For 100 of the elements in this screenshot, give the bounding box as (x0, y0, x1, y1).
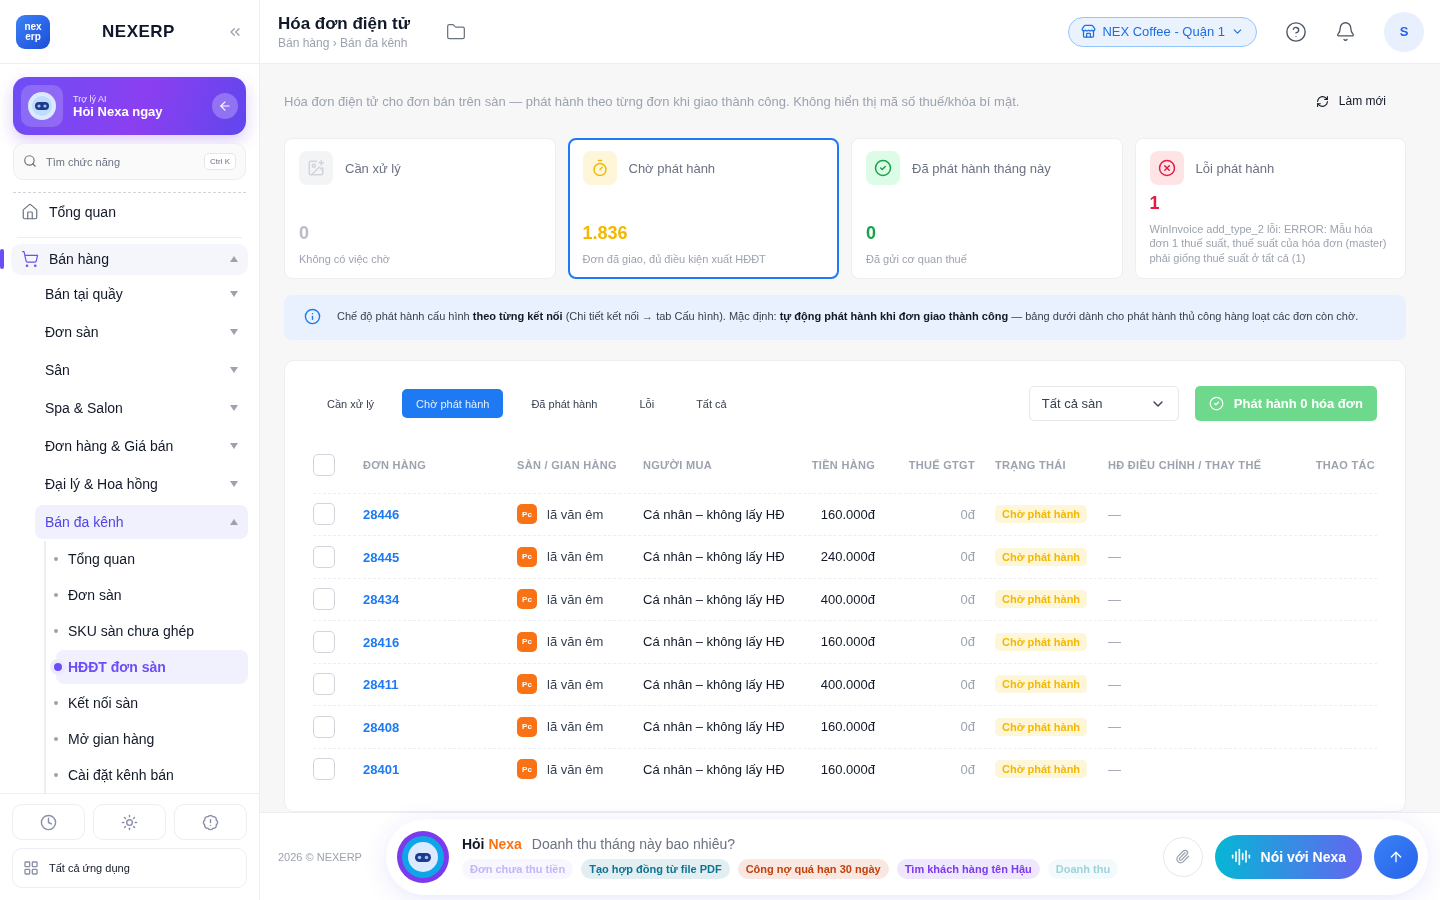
bullet-dot (54, 663, 62, 671)
amount-cell-text: 240.000đ (819, 549, 875, 565)
sun-icon (121, 813, 138, 831)
tax-cell-text: 0đ (959, 761, 975, 777)
send-button[interactable] (1374, 834, 1418, 879)
tax-cell-text: 0đ (959, 506, 975, 522)
order-link[interactable]: 28401 (363, 762, 400, 778)
row-checkbox[interactable] (313, 715, 335, 738)
all-apps-button[interactable]: Tất cả ứng dụng (12, 848, 247, 888)
nav-subitem[interactable]: Đại lý & Hoa hồng (35, 467, 248, 501)
platform-select[interactable]: Tất cả sàn (1028, 386, 1179, 422)
filter-tab[interactable]: Tất cả (682, 389, 741, 419)
buyer-cell-text: Cá nhân – không lấy HĐ (643, 719, 786, 735)
order-link[interactable]: 28446 (363, 507, 400, 523)
stat-card[interactable]: Đã phát hành tháng này 0 Đã gửi cơ quan thuế (851, 138, 1123, 279)
buyer-cell-text: Cá nhân – không lấy HĐ (643, 761, 786, 777)
filter-tab[interactable]: Lỗi (625, 389, 669, 419)
filter-tab[interactable]: Chờ phát hành (402, 389, 504, 419)
suggestion-chip[interactable]: Tạo hợp đồng từ file PDF (581, 858, 730, 879)
clock-icon (40, 813, 57, 831)
order-link[interactable]: 28408 (363, 719, 400, 735)
nav-subitem[interactable]: Bán đa kênh (35, 505, 248, 539)
row-checkbox[interactable] (313, 630, 335, 653)
caret-icon (230, 256, 238, 263)
filter-tab[interactable]: Đã phát hành (517, 389, 612, 419)
suggestion-chip[interactable]: Tìm khách hàng tên Hậu (896, 858, 1040, 879)
home-icon (21, 202, 39, 221)
refresh-button[interactable]: Làm mới (1309, 93, 1392, 109)
cart-icon (21, 250, 39, 269)
history-button[interactable] (12, 804, 85, 840)
stat-label: Cần xử lý (345, 160, 401, 176)
buyer-cell-text: Cá nhân – không lấy HĐ (643, 634, 786, 650)
shop-name: lã văn êm (547, 761, 604, 777)
stat-card[interactable]: Chờ phát hành 1.836 Đơn đã giao, đủ điều kiện xuất HĐĐT (567, 138, 839, 279)
user-avatar[interactable]: S (1384, 11, 1424, 52)
platform-badge: Pc (517, 759, 537, 780)
order-link[interactable]: 28416 (363, 634, 400, 650)
stat-note: WinInvoice add_type_2 lỗi: ERROR: Mẫu hóa đơn 1 thuế suất, thuế suất của hóa đơn (master) phải giống thuế suất ở tất cả (1) (1149, 222, 1388, 265)
adjust-cell-text: — (1108, 761, 1122, 777)
store-icon (1081, 24, 1097, 39)
order-link[interactable]: 28445 (363, 549, 400, 565)
folder-icon[interactable] (446, 21, 467, 42)
nav-subitem[interactable]: Đơn sàn (35, 315, 248, 349)
adjust-cell-text: — (1108, 676, 1122, 692)
grid-icon (23, 860, 39, 876)
ai-assistant-card[interactable]: Trợ lý AI Hỏi Nexa ngay (13, 77, 246, 135)
nav-subitem[interactable]: Đơn hàng & Giá bán (35, 429, 248, 463)
store-selector[interactable]: NEX Coffee - Quận 1 (1068, 16, 1257, 47)
paperclip-icon (1175, 849, 1191, 864)
arrow-left-icon (218, 99, 232, 113)
ai-caption: Trợ lý AI (73, 93, 108, 104)
nav-leaf[interactable]: SKU sàn chưa ghép (56, 614, 248, 648)
nav-subitem[interactable]: Spa & Salon (35, 391, 248, 425)
nav-leaf[interactable]: Tổng quan (56, 542, 248, 576)
nav-leaf[interactable]: Đơn sàn (56, 578, 248, 612)
nav-leaf[interactable]: Mở gian hàng (56, 722, 248, 756)
nav-leaf[interactable]: Cài đặt kênh bán (56, 758, 248, 792)
order-link[interactable]: 28434 (363, 592, 400, 608)
amount-cell-text: 400.000đ (819, 676, 875, 692)
row-checkbox[interactable] (313, 588, 335, 611)
row-checkbox[interactable] (313, 673, 335, 696)
bell-icon[interactable] (1335, 21, 1356, 42)
theme-button[interactable] (93, 804, 166, 840)
stat-card[interactable]: Lỗi phát hành 1 WinInvoice add_type_2 lỗi: ERROR: Mẫu hóa đơn 1 thuế suất, thuế suất của hóa đơn (master) phải giống thuế suất ở tất cả (1) (1134, 138, 1406, 279)
bullet-dot (54, 629, 58, 633)
caret-icon (230, 443, 238, 449)
ai-title: Hỏi Nexa ngay (73, 103, 164, 119)
help-icon[interactable] (1285, 20, 1307, 43)
nav-leaf[interactable]: Kết nối sàn (56, 686, 248, 720)
robot-icon (27, 91, 57, 121)
bullet-dot (54, 773, 58, 777)
stat-note: Không có việc chờ (299, 251, 391, 266)
alert-button[interactable] (174, 804, 247, 840)
row-checkbox[interactable] (313, 503, 335, 526)
nav-subitem[interactable]: Sân (35, 353, 248, 387)
buyer-cell-text: Cá nhân – không lấy HĐ (643, 676, 786, 692)
nav-item[interactable]: Tổng quan (11, 193, 248, 231)
shop-name: lã văn êm (547, 676, 604, 692)
search-icon (23, 154, 37, 168)
row-checkbox[interactable] (313, 758, 335, 781)
filter-tab[interactable]: Cần xử lý (313, 389, 389, 419)
caret-icon (230, 519, 238, 525)
select-all-checkbox[interactable] (313, 453, 335, 476)
suggestion-chip[interactable]: Công nợ quá hạn 30 ngày (737, 858, 889, 879)
voice-button[interactable]: Nói với Nexa (1214, 834, 1362, 879)
order-link[interactable]: 28411 (363, 677, 399, 693)
status-tag: Chờ phát hành (995, 760, 1088, 779)
bullet-dot (54, 737, 58, 741)
check-circle-icon (1208, 396, 1224, 412)
stat-card[interactable]: Cần xử lý 0 Không có việc chờ (284, 138, 556, 279)
shop-name: lã văn êm (547, 506, 604, 522)
row-checkbox[interactable] (313, 545, 335, 568)
stat-value: 0 (866, 222, 877, 244)
amount-cell-text: 400.000đ (819, 591, 875, 607)
nav-subitem[interactable]: Bán tại quầy (35, 277, 248, 311)
brand-name: NEXERP (101, 21, 176, 42)
buyer-cell-text: Cá nhân – không lấy HĐ (643, 591, 786, 607)
back-button[interactable] (212, 93, 238, 119)
amount-cell-text: 160.000đ (819, 761, 875, 777)
platform-badge: Pc (517, 674, 537, 695)
